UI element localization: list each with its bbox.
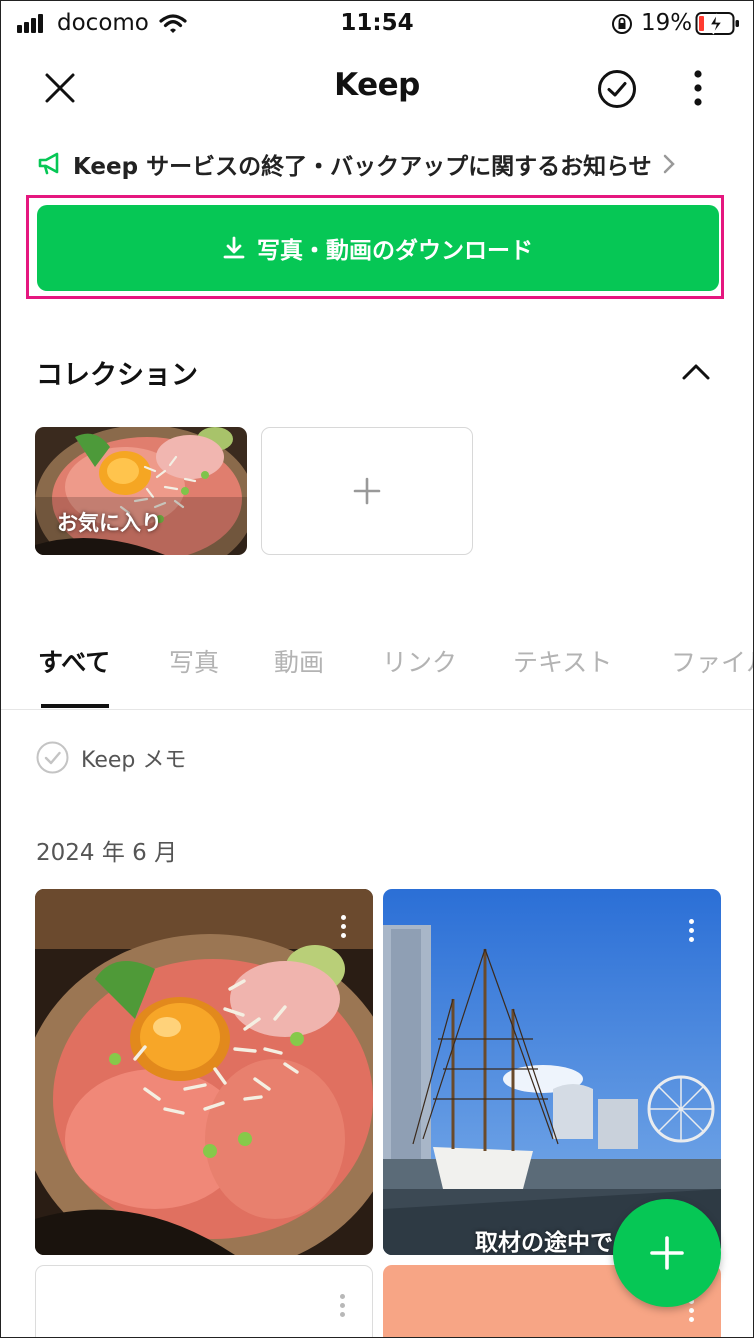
tab-links[interactable]: リンク [382,643,457,679]
battery-percent: 19% [641,10,693,36]
keep-memo-item[interactable]: Keep メモ [36,741,186,774]
more-menu-button[interactable] [683,65,713,111]
item-more-icon[interactable] [689,919,695,946]
collections-title: コレクション [36,360,198,391]
food-photo [35,889,373,1255]
collapse-collections-button[interactable] [677,357,715,387]
chevron-right-icon [663,154,675,174]
more-vertical-icon [694,70,702,106]
plus-icon [650,1236,684,1270]
check-circle-icon [598,70,636,108]
item-more-icon[interactable] [341,915,347,942]
download-button-label: 写真・動画のダウンロード [257,238,533,264]
tab-files[interactable]: ファイル [671,643,753,679]
download-media-button[interactable]: 写真・動画のダウンロード [37,205,719,291]
collection-label: お気に入り [57,511,162,535]
chevron-up-icon [682,364,710,380]
download-icon [223,236,245,259]
app-screen: docomo 11:54 19% Keep Keep サービスの終了・バックアッ… [0,0,754,1338]
section-date: 2024 年 6 月 [36,840,178,866]
content-tabs: すべて 写真 動画 リンク テキスト ファイル [1,641,753,710]
check-circle-icon [36,741,69,774]
keep-item-photo[interactable] [35,889,373,1255]
add-item-fab[interactable] [613,1199,721,1307]
collection-favorites[interactable]: お気に入り [35,427,247,555]
item-more-icon[interactable] [340,1294,346,1321]
tab-videos[interactable]: 動画 [274,643,324,679]
tab-photos[interactable]: 写真 [169,643,219,679]
orientation-lock-icon [612,14,632,34]
page-title: Keep [334,67,420,103]
select-button[interactable] [595,67,639,111]
status-bar: docomo 11:54 19% [1,1,753,47]
item-more-icon[interactable] [689,1299,695,1326]
tab-all[interactable]: すべて [38,643,110,679]
keep-memo-label: Keep メモ [81,747,187,773]
keep-item-card[interactable] [35,1265,373,1337]
megaphone-icon [38,152,59,175]
plus-icon [353,477,381,505]
active-tab-indicator [41,704,109,708]
service-notice-link[interactable]: Keep サービスの終了・バックアップに関するお知らせ [37,145,717,183]
tab-text[interactable]: テキスト [513,643,612,679]
add-collection-button[interactable] [261,427,473,555]
battery-charging-icon [695,12,739,35]
item-caption: 取材の途中で [475,1230,613,1255]
notice-text: Keep サービスの終了・バックアップに関するお知らせ [73,154,652,180]
